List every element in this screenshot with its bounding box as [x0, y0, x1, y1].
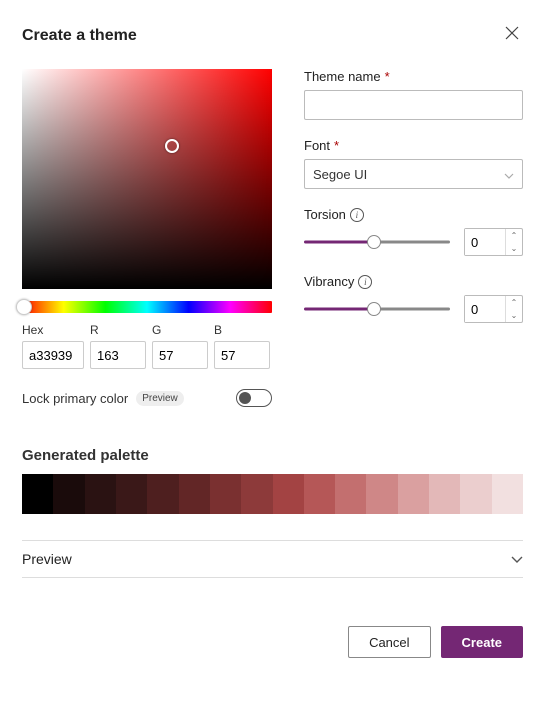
palette-swatch[interactable]	[398, 474, 429, 514]
font-label: Font	[304, 138, 330, 153]
vibrancy-input[interactable]	[465, 296, 505, 322]
vibrancy-slider[interactable]	[304, 301, 450, 317]
lock-primary-toggle[interactable]	[236, 389, 272, 407]
dialog-title: Create a theme	[22, 27, 137, 45]
palette-swatch[interactable]	[210, 474, 241, 514]
chevron-down-icon	[511, 551, 523, 567]
palette-swatch[interactable]	[147, 474, 178, 514]
torsion-step-down[interactable]: ⌄	[506, 242, 522, 255]
palette-swatch[interactable]	[429, 474, 460, 514]
palette-swatch[interactable]	[179, 474, 210, 514]
hue-slider[interactable]	[22, 301, 272, 313]
vibrancy-slider-thumb[interactable]	[367, 302, 381, 316]
font-select[interactable]: Segoe UI	[304, 159, 523, 189]
font-selected-value: Segoe UI	[313, 167, 367, 182]
dialog-header: Create a theme	[22, 22, 523, 49]
palette-swatch[interactable]	[273, 474, 304, 514]
create-button[interactable]: Create	[441, 626, 523, 658]
vibrancy-spinbutton[interactable]: ⌃ ⌄	[464, 295, 523, 323]
palette-swatch[interactable]	[492, 474, 523, 514]
b-label: B	[214, 323, 270, 337]
r-label: R	[90, 323, 146, 337]
torsion-spinbutton[interactable]: ⌃ ⌄	[464, 228, 523, 256]
close-button[interactable]	[501, 22, 523, 49]
close-icon	[505, 26, 519, 40]
saturation-value-picker[interactable]	[22, 69, 272, 289]
preview-badge: Preview	[136, 391, 184, 406]
torsion-slider-thumb[interactable]	[367, 235, 381, 249]
palette-swatch[interactable]	[85, 474, 116, 514]
vibrancy-step-up[interactable]: ⌃	[506, 296, 522, 309]
saturation-value-handle[interactable]	[165, 139, 179, 153]
palette-swatch[interactable]	[22, 474, 53, 514]
vibrancy-label: Vibrancy	[304, 274, 354, 289]
torsion-input[interactable]	[465, 229, 505, 255]
palette-swatch[interactable]	[116, 474, 147, 514]
vibrancy-step-down[interactable]: ⌄	[506, 309, 522, 322]
theme-name-input[interactable]	[304, 90, 523, 120]
torsion-label: Torsion	[304, 207, 346, 222]
palette-swatch[interactable]	[53, 474, 84, 514]
hue-handle[interactable]	[16, 299, 32, 315]
required-indicator: *	[385, 69, 390, 84]
palette-swatch[interactable]	[335, 474, 366, 514]
toggle-knob	[239, 392, 251, 404]
r-input[interactable]	[90, 341, 146, 369]
palette-swatch[interactable]	[304, 474, 335, 514]
torsion-slider[interactable]	[304, 234, 450, 250]
torsion-step-up[interactable]: ⌃	[506, 229, 522, 242]
palette-swatch[interactable]	[366, 474, 397, 514]
chevron-down-icon	[504, 167, 514, 182]
g-label: G	[152, 323, 208, 337]
generated-palette-title: Generated palette	[22, 447, 523, 464]
preview-section-toggle[interactable]: Preview	[22, 540, 523, 578]
cancel-button[interactable]: Cancel	[348, 626, 430, 658]
palette-swatch[interactable]	[460, 474, 491, 514]
create-theme-dialog: Create a theme Hex R	[0, 0, 545, 680]
palette-strip	[22, 474, 523, 514]
info-icon[interactable]: i	[350, 208, 364, 222]
info-icon[interactable]: i	[358, 275, 372, 289]
hex-input[interactable]	[22, 341, 84, 369]
g-input[interactable]	[152, 341, 208, 369]
preview-section-title: Preview	[22, 551, 72, 567]
theme-name-label: Theme name	[304, 69, 381, 84]
hex-label: Hex	[22, 323, 84, 337]
required-indicator: *	[334, 138, 339, 153]
palette-swatch[interactable]	[241, 474, 272, 514]
lock-primary-label: Lock primary color	[22, 391, 128, 406]
b-input[interactable]	[214, 341, 270, 369]
